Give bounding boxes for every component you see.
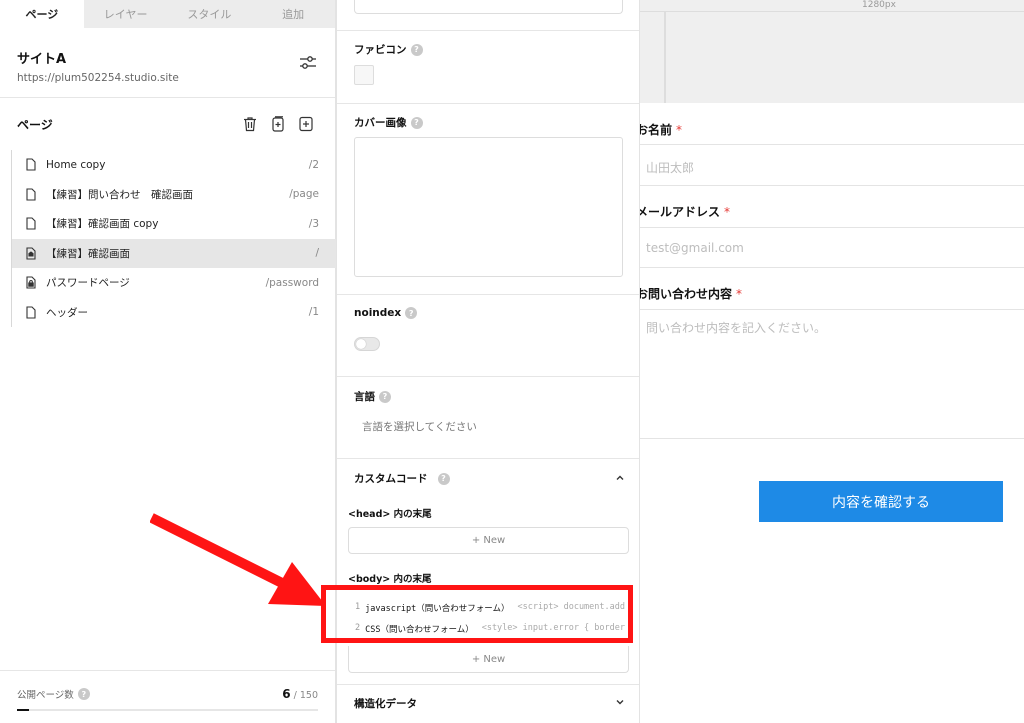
page-icon (26, 188, 36, 201)
help-icon[interactable]: ? (437, 472, 450, 485)
page-list-item-selected[interactable]: 【練習】確認画面 / (12, 238, 336, 268)
page-icon (26, 306, 36, 319)
page-name: パスワードページ (46, 277, 130, 290)
sidebar-tabs: ページ レイヤー スタイル 追加 (0, 0, 335, 28)
add-page-icon[interactable] (298, 116, 314, 132)
divider (640, 185, 1024, 186)
tab-layers[interactable]: レイヤー (84, 0, 168, 28)
page-icon (26, 217, 36, 230)
page-name: Home copy (46, 158, 106, 171)
published-pages-footer: 公開ページ数? 6 / 150 (0, 670, 335, 723)
custom-code-header[interactable]: カスタムコード? (337, 459, 639, 497)
divider (640, 309, 1024, 310)
lock-icon (26, 276, 36, 289)
add-head-code-button[interactable]: + New (348, 527, 629, 554)
language-select[interactable]: 言語を選択してください (362, 419, 477, 434)
page-icon (26, 158, 36, 171)
confirm-button[interactable]: 内容を確認する (759, 481, 1003, 522)
duplicate-page-icon[interactable] (270, 116, 286, 132)
top-field-section (337, 0, 639, 31)
favicon-label: ファビコン? (354, 42, 423, 57)
page-list-item[interactable]: ヘッダー /1 (12, 298, 336, 328)
site-name: サイトA (17, 52, 67, 67)
tab-pages[interactable]: ページ (0, 0, 84, 28)
canvas-page[interactable]: お名前 * 山田太郎 メールアドレス * test@gmail.com お問い合わせ… (636, 103, 1024, 723)
name-input[interactable]: 山田太郎 (646, 159, 694, 176)
required-mark: * (724, 205, 731, 219)
name-field-label: お名前 * (636, 123, 683, 137)
help-icon[interactable]: ? (410, 43, 423, 56)
email-field-label: メールアドレス * (636, 205, 731, 219)
cover-image-upload[interactable] (354, 137, 623, 277)
help-icon[interactable]: ? (410, 116, 423, 129)
page-name: 【練習】確認画面 (46, 247, 130, 260)
language-label: 言語? (354, 389, 391, 404)
structured-data-label[interactable]: 構造化データ (354, 696, 417, 711)
help-icon[interactable]: ? (77, 688, 90, 700)
canvas-guide (664, 12, 666, 103)
page-list-item[interactable]: Home copy /2 (12, 150, 336, 180)
cover-image-label: カバー画像? (354, 115, 423, 130)
page-path: /page (289, 188, 319, 201)
progress-fill (17, 709, 30, 711)
noindex-toggle[interactable] (354, 337, 380, 351)
divider (640, 267, 1024, 268)
required-mark: * (736, 287, 743, 301)
add-body-code-button[interactable]: + New (348, 646, 629, 673)
page-path: /password (265, 276, 319, 289)
home-page-icon (26, 247, 36, 260)
chevron-up-icon[interactable] (615, 473, 625, 483)
canvas-ruler: 1280px (640, 0, 1024, 12)
help-icon[interactable]: ? (379, 390, 391, 403)
chevron-down-icon[interactable] (615, 697, 625, 707)
divider (640, 227, 1024, 228)
divider (640, 438, 1024, 439)
site-header: サイトA https://plum502254.studio.site (0, 28, 335, 98)
page-list-item[interactable]: 【練習】確認画面 copy /3 (12, 209, 336, 239)
site-settings-icon[interactable] (299, 54, 317, 72)
published-pages-progress (17, 709, 318, 711)
tab-add[interactable]: 追加 (251, 0, 335, 28)
page-name: 【練習】確認画面 copy (46, 218, 159, 231)
page-path: / (315, 247, 319, 260)
page-name: 【練習】問い合わせ 確認画面 (46, 188, 193, 201)
noindex-label: noindex? (354, 307, 418, 319)
tab-styles[interactable]: スタイル (168, 0, 252, 28)
page-name: ヘッダー (46, 306, 88, 319)
canvas-top-area: 1280px (640, 0, 1024, 103)
favicon-upload[interactable] (354, 65, 374, 85)
published-pages-label: 公開ページ数? (17, 687, 318, 701)
page-path: /3 (308, 217, 319, 230)
page-path: /2 (308, 158, 319, 171)
left-sidebar: ページ レイヤー スタイル 追加 サイトA https://plum502254… (0, 0, 336, 723)
divider (337, 684, 639, 685)
divider (640, 144, 1024, 145)
highlight-box (321, 585, 633, 643)
body-code-label: <body> 内の末尾 (348, 574, 432, 585)
red-arrow-annotation (150, 513, 326, 606)
page-list-item[interactable]: 【練習】問い合わせ 確認画面 /page (12, 180, 336, 210)
published-pages-count: 6 / 150 (282, 687, 318, 701)
ruler-width-label: 1280px (862, 0, 896, 10)
help-icon[interactable]: ? (405, 307, 418, 319)
page-list-item[interactable]: パスワードページ /password (12, 268, 336, 298)
toggle-knob (356, 339, 366, 349)
head-code-label: <head> 内の末尾 (348, 509, 432, 520)
inquiry-textarea[interactable]: 問い合わせ内容を記入ください。 (646, 319, 826, 336)
trash-icon[interactable] (242, 116, 258, 132)
site-url[interactable]: https://plum502254.studio.site (17, 72, 318, 84)
custom-code-label: カスタムコード? (354, 471, 450, 486)
inquiry-field-label: お問い合わせ内容 * (636, 287, 743, 301)
email-input[interactable]: test@gmail.com (646, 241, 744, 255)
text-input[interactable] (354, 0, 623, 14)
required-mark: * (676, 123, 683, 137)
page-path: /1 (308, 306, 319, 319)
page-list: Home copy /2 【練習】問い合わせ 確認画面 /page 【練習】確認… (11, 150, 336, 327)
